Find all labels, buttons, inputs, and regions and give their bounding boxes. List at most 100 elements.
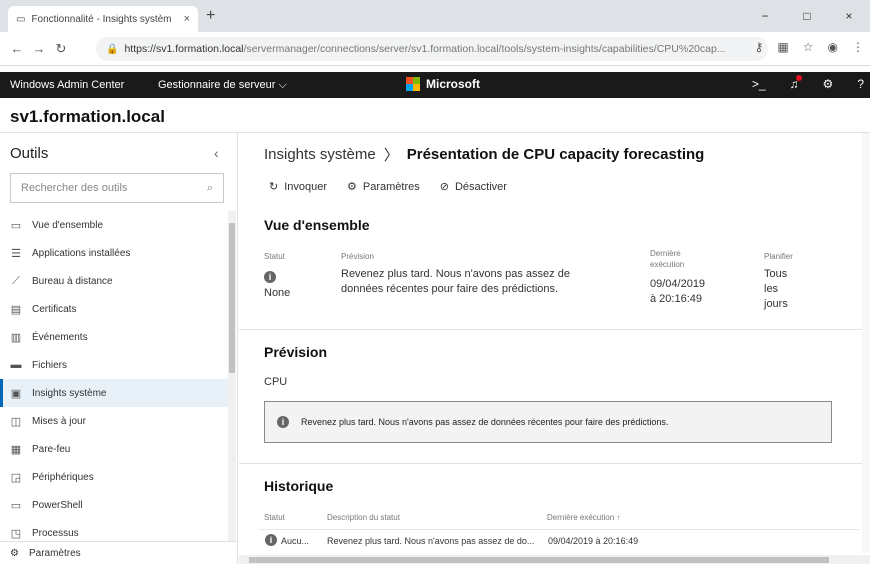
prediction-text-1: Revenez plus tard. Nous n'avons pas asse… [341,268,570,280]
forecast-resource: CPU [264,376,288,388]
action-toolbar: ↻ Invoquer ⚙ Paramètres ⊘ Désactiver [269,180,507,194]
sidebar-item-label: Insights système [32,387,107,399]
sidebar-item-files[interactable]: ▬ Fichiers [0,351,228,379]
menu-icon[interactable]: ⋮ [852,40,864,54]
certificate-icon: ▤ [10,303,22,316]
new-tab-button[interactable]: + [206,7,215,25]
app-name[interactable]: Windows Admin Center [10,79,124,91]
sidebar-item-installed-apps[interactable]: ☰ Applications installées [0,239,228,267]
tool-search-input[interactable]: Rechercher des outils ⌕ [10,173,224,203]
status-label: Statut [264,252,285,261]
window-controls: − □ × [744,0,870,32]
disable-button[interactable]: ⊘ Désactiver [439,180,507,194]
extension-icon[interactable]: ▦ [777,40,788,54]
overview-title: Vue d'ensemble [264,217,370,233]
star-icon[interactable]: ☆ [803,40,814,54]
powershell-icon: ▭ [10,499,22,512]
notification-bell-icon[interactable]: ♫ [790,75,802,91]
breadcrumb-parent[interactable]: Insights système [264,146,376,163]
settings-label: Paramètres [362,180,420,193]
main-content: Insights système 〉 Présentation de CPU c… [239,133,870,564]
firewall-icon: ▦ [10,443,22,456]
microsoft-logo: Microsoft [406,77,480,91]
sidebar-item-overview[interactable]: ▭ Vue d'ensemble [0,211,228,239]
profile-icon[interactable]: ◉ [828,40,838,54]
column-header-last-run[interactable]: Dernière exécution ↑ [547,513,620,522]
sidebar-item-insights[interactable]: ▣ Insights système [0,379,228,407]
invoke-label: Invoquer [284,180,328,193]
sidebar-item-certificates[interactable]: ▤ Certificats [0,295,228,323]
sidebar-title: Outils [10,145,49,162]
maximize-button[interactable]: □ [786,0,828,32]
collapse-chevron-icon[interactable]: ‹ [214,145,219,161]
main-scrollbar[interactable] [862,133,870,553]
disable-icon: ⊘ [439,181,449,193]
sidebar-item-devices[interactable]: ◲ Périphériques [0,463,228,491]
sidebar-item-firewall[interactable]: ▦ Pare-feu [0,435,228,463]
lock-icon: 🔒 [106,43,119,55]
brand-label: Microsoft [426,77,480,91]
schedule-value-1: Tous [764,268,788,280]
server-manager-dropdown[interactable]: Gestionnaire de serveur ⌵ [158,79,287,92]
sidebar-item-updates[interactable]: ◫ Mises à jour [0,407,228,435]
page-icon: ▭ [16,13,26,25]
reload-icon[interactable]: ↻ [50,41,72,57]
tab-title: Fonctionnalité - Insights systèm [31,13,172,25]
row-status: Aucu... [281,536,310,546]
search-icon[interactable]: ⌕ [207,182,213,195]
gear-icon[interactable]: ⚙ [823,77,834,91]
sidebar-item-label: Processus [32,527,79,539]
divider [239,463,870,464]
url-field[interactable]: 🔒 https://sv1.formation.local /serverman… [96,37,768,61]
invoke-button[interactable]: ↻ Invoquer [269,180,328,194]
sidebar-settings-link[interactable]: ⚙ Paramètres [0,541,238,564]
tools-list: ▭ Vue d'ensemble ☰ Applications installées… [0,211,228,547]
info-icon: i [265,534,277,546]
horizontal-scroll-thumb[interactable] [249,557,829,563]
sidebar-item-label: Applications installées [32,247,131,259]
disable-label: Désactiver [454,180,507,193]
info-icon: i [277,416,289,428]
prediction-text-2: données récentes pour faire des prédicti… [341,283,559,295]
back-icon[interactable]: ← [6,41,28,56]
row-description: Revenez plus tard. Nous n'avons pas asse… [327,536,535,546]
minimize-button[interactable]: − [744,0,786,32]
forward-icon[interactable]: → [28,41,50,56]
schedule-label: Planifier [764,252,793,261]
tab-close-icon[interactable]: × [184,13,190,25]
schedule-value-2: les [764,283,779,295]
insights-icon: ▣ [10,387,22,400]
address-bar-row: ← → ↻ 🔒 https://sv1.formation.local /ser… [0,32,870,66]
sidebar-item-remote-desktop[interactable]: ⟋ Bureau à distance [0,267,228,295]
wac-header: Windows Admin Center Gestionnaire de ser… [0,72,870,98]
tools-sidebar: Outils ‹ Rechercher des outils ⌕ ▭ Vue d'… [0,133,238,564]
search-placeholder: Rechercher des outils [21,182,128,194]
sidebar-item-label: Pare-feu [32,443,71,455]
sidebar-scroll-thumb[interactable] [229,223,235,373]
url-path: /servermanager/connections/server/sv1.fo… [243,43,726,55]
browser-tab[interactable]: ▭ Fonctionnalité - Insights systèm × [8,6,198,32]
sidebar-item-label: Mises à jour [32,415,86,427]
remote-icon: ⟋ [12,274,20,287]
key-icon[interactable]: ⚷ [755,40,764,54]
status-value: None [264,287,291,299]
sidebar-item-label: PowerShell [32,499,83,511]
table-row[interactable]: i Aucu... Revenez plus tard. Nous n'avon… [259,529,859,551]
close-window-button[interactable]: × [828,0,870,32]
page-title: Présentation de CPU capacity forecasting [406,146,705,163]
column-header-status[interactable]: Statut [264,513,285,522]
sidebar-item-events[interactable]: ▥ Événements [0,323,228,351]
forecast-title: Prévision [264,344,328,360]
column-header-description[interactable]: Description du statut [327,513,400,522]
sidebar-item-powershell[interactable]: ▭ PowerShell [0,491,228,519]
settings-button[interactable]: ⚙ Paramètres [347,180,420,194]
browser-tab-bar: ▭ Fonctionnalité - Insights systèm × + −… [0,0,870,32]
folder-icon: ▬ [10,359,22,371]
schedule-value-3: jours [764,298,788,310]
help-icon[interactable]: ? [857,77,864,91]
terminal-icon[interactable]: >_ [752,77,766,91]
sidebar-item-label: Bureau à distance [32,275,113,287]
last-run-time: à 20:16:49 [650,293,702,305]
last-run-label-2: exécution [650,260,685,269]
prediction-label: Prévision [341,252,374,261]
